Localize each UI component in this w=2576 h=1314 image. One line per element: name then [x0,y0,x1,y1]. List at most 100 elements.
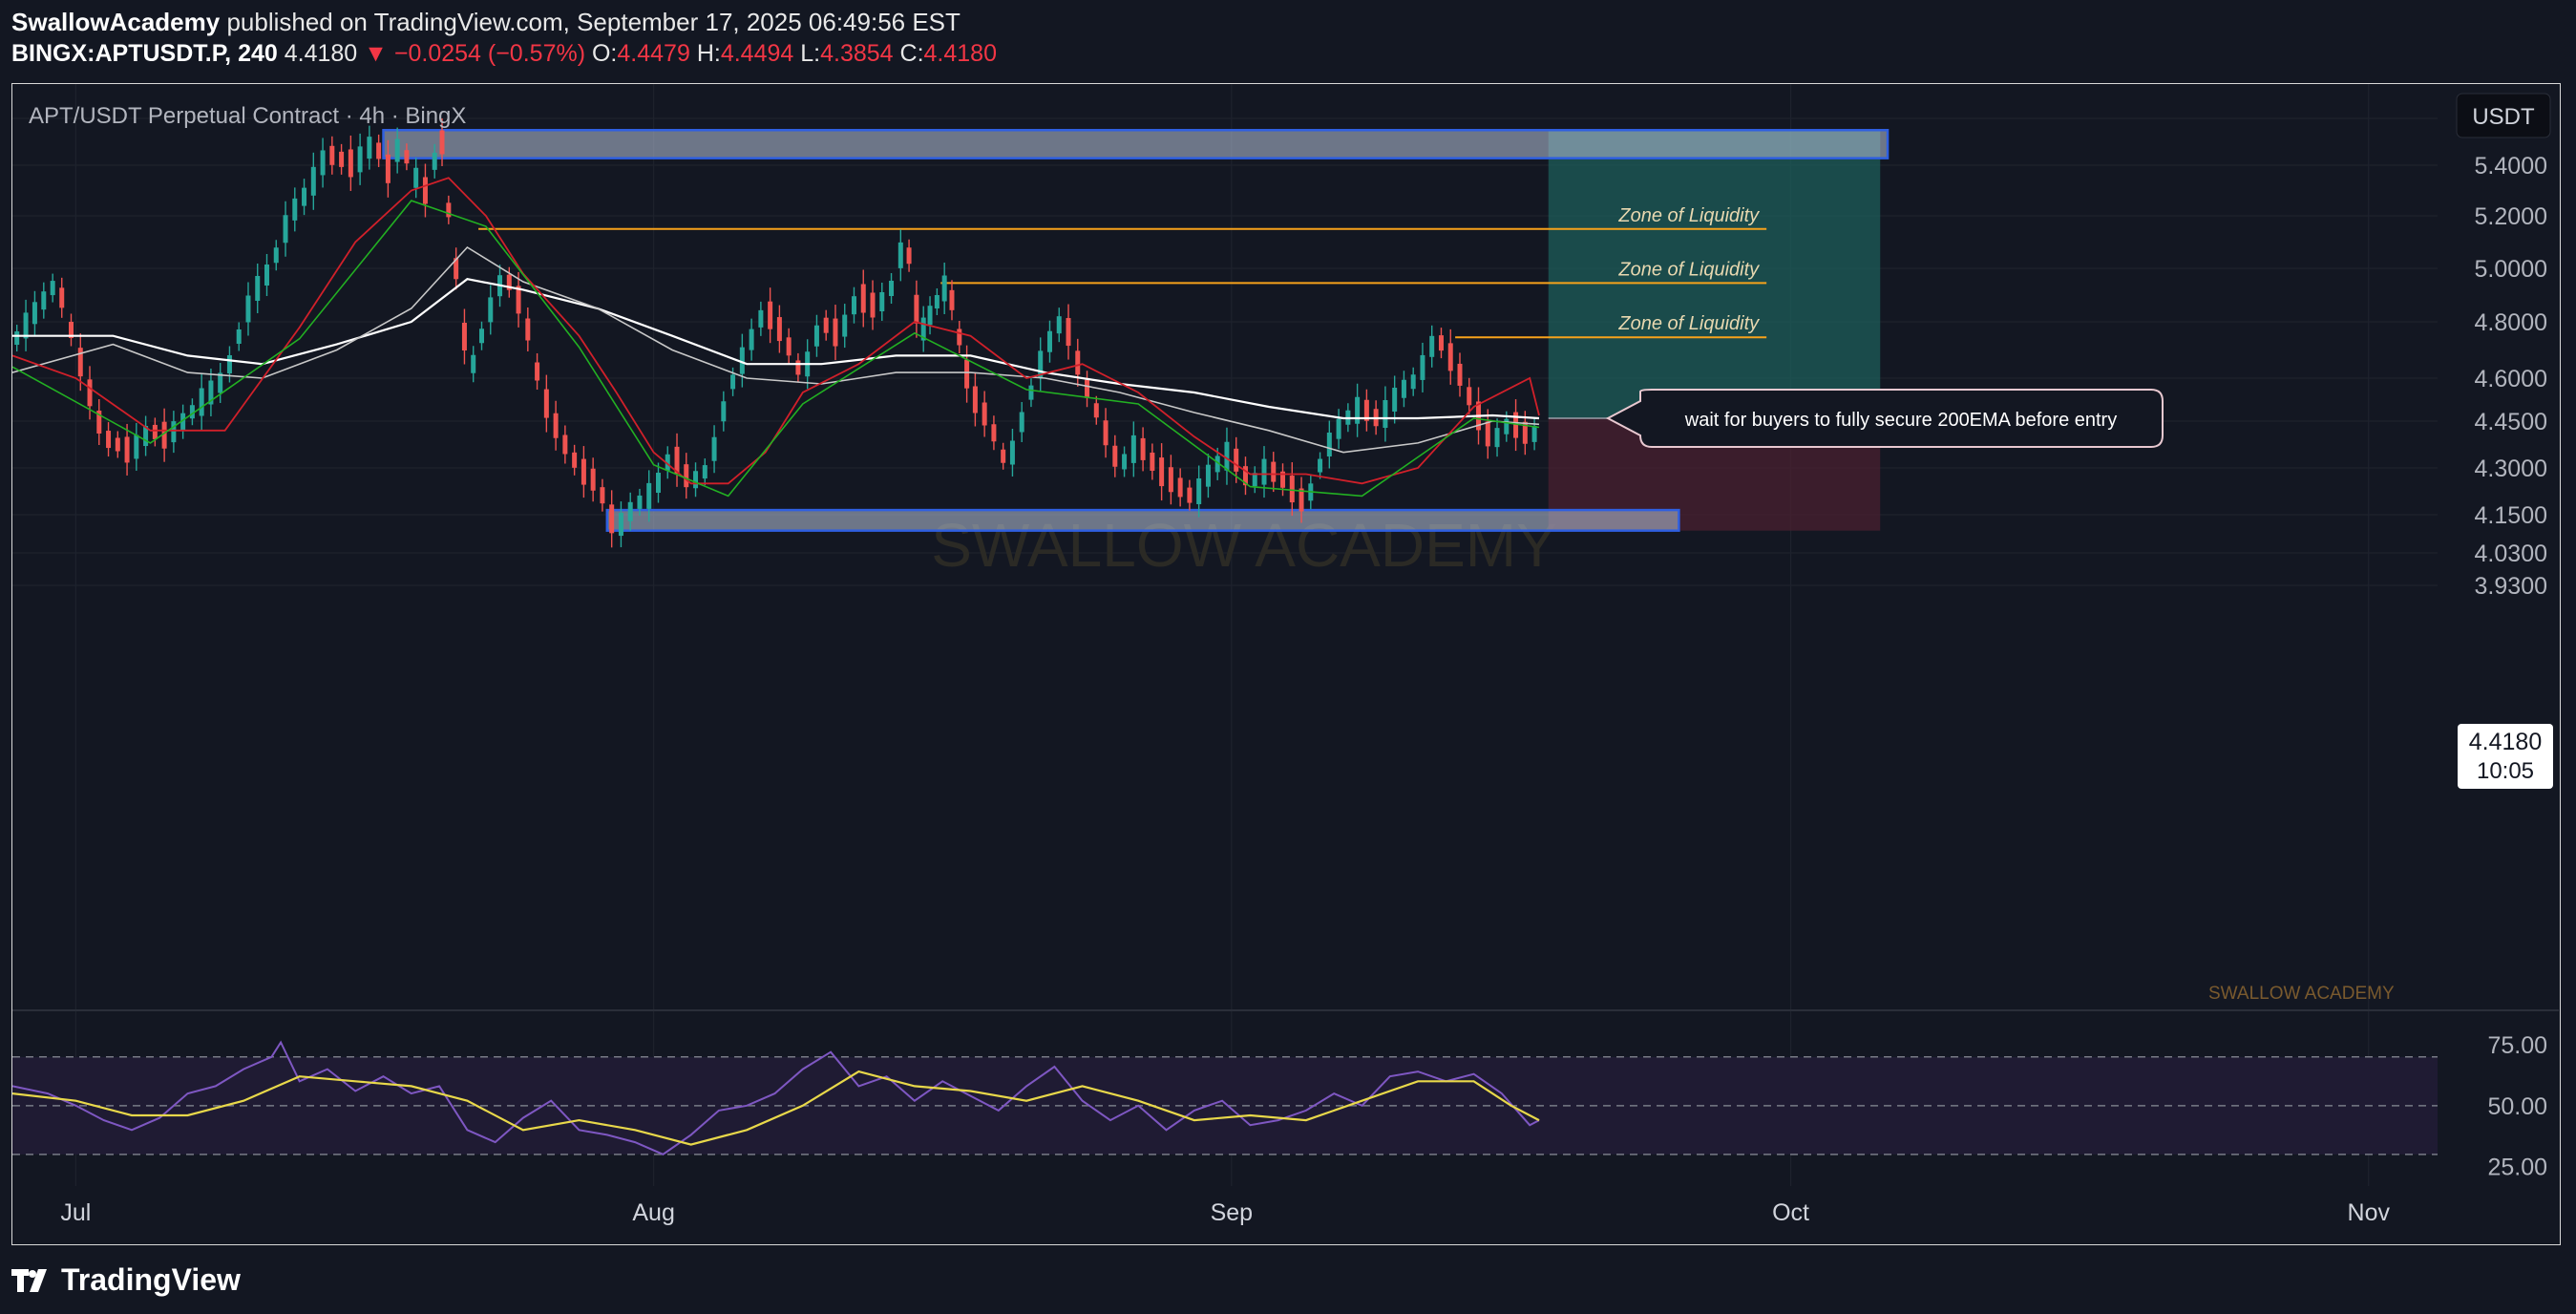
currency-button[interactable]: USDT [2456,93,2551,138]
candle-body [1336,418,1341,439]
candle-body [50,281,55,296]
candle-body [889,281,895,296]
candle-body [1457,363,1463,386]
candle-body [684,464,689,488]
candle-body [292,198,298,221]
y-tick-label: 5.2000 [2475,203,2547,230]
candle-body [776,317,782,342]
candle-body [199,388,204,416]
candle-body [1187,487,1193,503]
candle-body [1009,440,1015,465]
candle-body [768,301,773,329]
liquidity-label: Zone of Liquidity [1617,259,1760,280]
ema-200-line [12,278,1540,420]
candle-body [711,436,717,461]
author-name[interactable]: SwallowAcademy [11,8,220,36]
candle-body [1234,448,1239,472]
candle-body [1326,433,1332,456]
change-arrow-icon: ▼ [364,40,388,67]
tradingview-branding[interactable]: TradingView [11,1261,241,1299]
candle-body [646,482,652,509]
rsi-tick-label: 25.00 [2487,1155,2547,1181]
candle-body [1261,458,1267,485]
candle-body [1066,318,1071,347]
y-tick-label: 4.6000 [2475,366,2547,392]
rsi-background [12,1056,2438,1155]
high-value: 4.4494 [720,40,794,67]
candle-body [310,166,316,196]
candle-body [339,151,345,167]
y-tick-label: 4.1500 [2475,502,2547,529]
x-tick-label: Nov [2348,1199,2391,1226]
brand-name: TradingView [61,1261,241,1297]
open-label: O: [591,40,618,67]
candle-body [124,436,130,463]
candle-body [1028,385,1034,400]
tradingview-logo-icon [11,1266,53,1293]
candle-body [77,348,83,377]
candle-body [1318,458,1323,473]
candle-body [600,487,605,504]
signature: SWALLOW ACADEMY [2208,984,2395,1004]
candle-body [413,167,419,188]
candle-body [394,138,400,162]
low-value: 4.3854 [820,40,894,67]
candle-body [1205,464,1211,487]
price-chart[interactable]: SWALLOW ACADEMY Zone of Liquidity Zone of… [12,84,2559,1243]
last-price-tag: 4.4180 [2469,729,2542,755]
candle-body [1485,421,1490,447]
candle-body [471,354,476,373]
candle-body [860,284,866,313]
candle-body [461,323,467,350]
candle-body [813,325,819,347]
candle-body [525,318,531,341]
candle-body [218,372,223,393]
candle-body [957,328,962,346]
publish-info: SwallowAcademy published on TradingView.… [11,8,961,37]
candle-body [302,187,307,206]
candle-body [422,177,428,204]
candle-body [535,362,540,381]
candle-body [637,495,643,509]
y-tick-label: 5.0000 [2475,256,2547,283]
candle-body [1494,428,1500,448]
candle-body [1159,457,1165,487]
y-tick-label: 5.4000 [2475,153,2547,180]
candle-body [1299,488,1304,512]
candle-body [1093,403,1099,418]
candle-body [823,317,829,333]
candle-body [106,431,112,449]
candle-body [1410,374,1416,390]
candle-body [581,458,586,485]
candle-body [376,142,382,159]
close-label: C: [899,40,924,67]
candle-body [1355,396,1361,424]
candle-body [906,247,912,265]
entry-note-callout[interactable]: wait for buyers to fully secure 200EMA b… [1605,389,2164,448]
candle-body [833,318,838,347]
candle-body [14,331,20,346]
candle-body [1056,316,1062,334]
ema-green-line [12,200,1540,498]
candle-body [982,402,987,426]
candle-body [1150,452,1155,471]
candle-body [41,291,47,310]
candle-body [543,389,549,418]
liquidity-label: Zone of Liquidity [1617,205,1760,226]
candle-body [1122,454,1128,470]
candle-body [1112,445,1118,467]
candle-body [730,374,736,390]
candle-body [226,355,232,373]
rsi-tick-label: 50.00 [2487,1093,2547,1120]
candle-body [655,473,661,494]
ohlc-readout: BINGX:APTUSDT.P, 240 4.4180 ▼ −0.0254 (−… [11,40,997,68]
publish-text: published on TradingView.com, September … [226,8,961,36]
candle-body [1289,476,1295,503]
candle-body [115,437,120,452]
candle-body [914,294,919,324]
candle-body [1271,461,1277,482]
candle-body [786,337,792,356]
candle-body [446,202,452,218]
candle-body [1001,449,1006,463]
candle-body [795,360,801,375]
